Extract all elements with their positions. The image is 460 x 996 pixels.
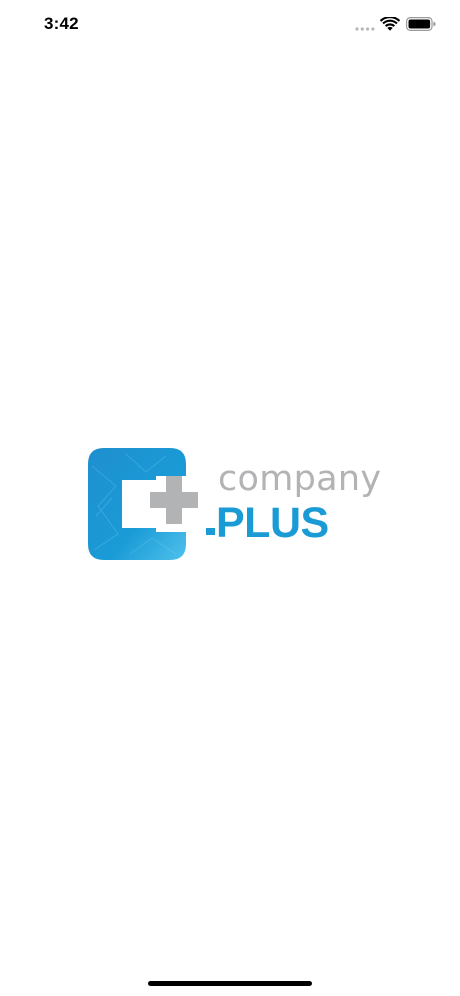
splash-screen: 3:42 company PLUS (0, 0, 460, 996)
cellular-signal-icon (355, 27, 375, 31)
logo-word-plus: PLUS (216, 499, 329, 547)
company-plus-logo: company PLUS (86, 446, 381, 562)
status-bar: 3:42 (0, 0, 460, 50)
logo-mark-icon (88, 448, 198, 560)
logo-dash-mark (206, 528, 215, 535)
status-time: 3:42 (44, 14, 79, 33)
logo-word-company: company (218, 459, 382, 499)
wifi-icon (380, 17, 400, 31)
home-indicator[interactable] (148, 981, 312, 986)
logo-wordmark: company PLUS (206, 462, 381, 547)
battery-icon (406, 17, 436, 31)
